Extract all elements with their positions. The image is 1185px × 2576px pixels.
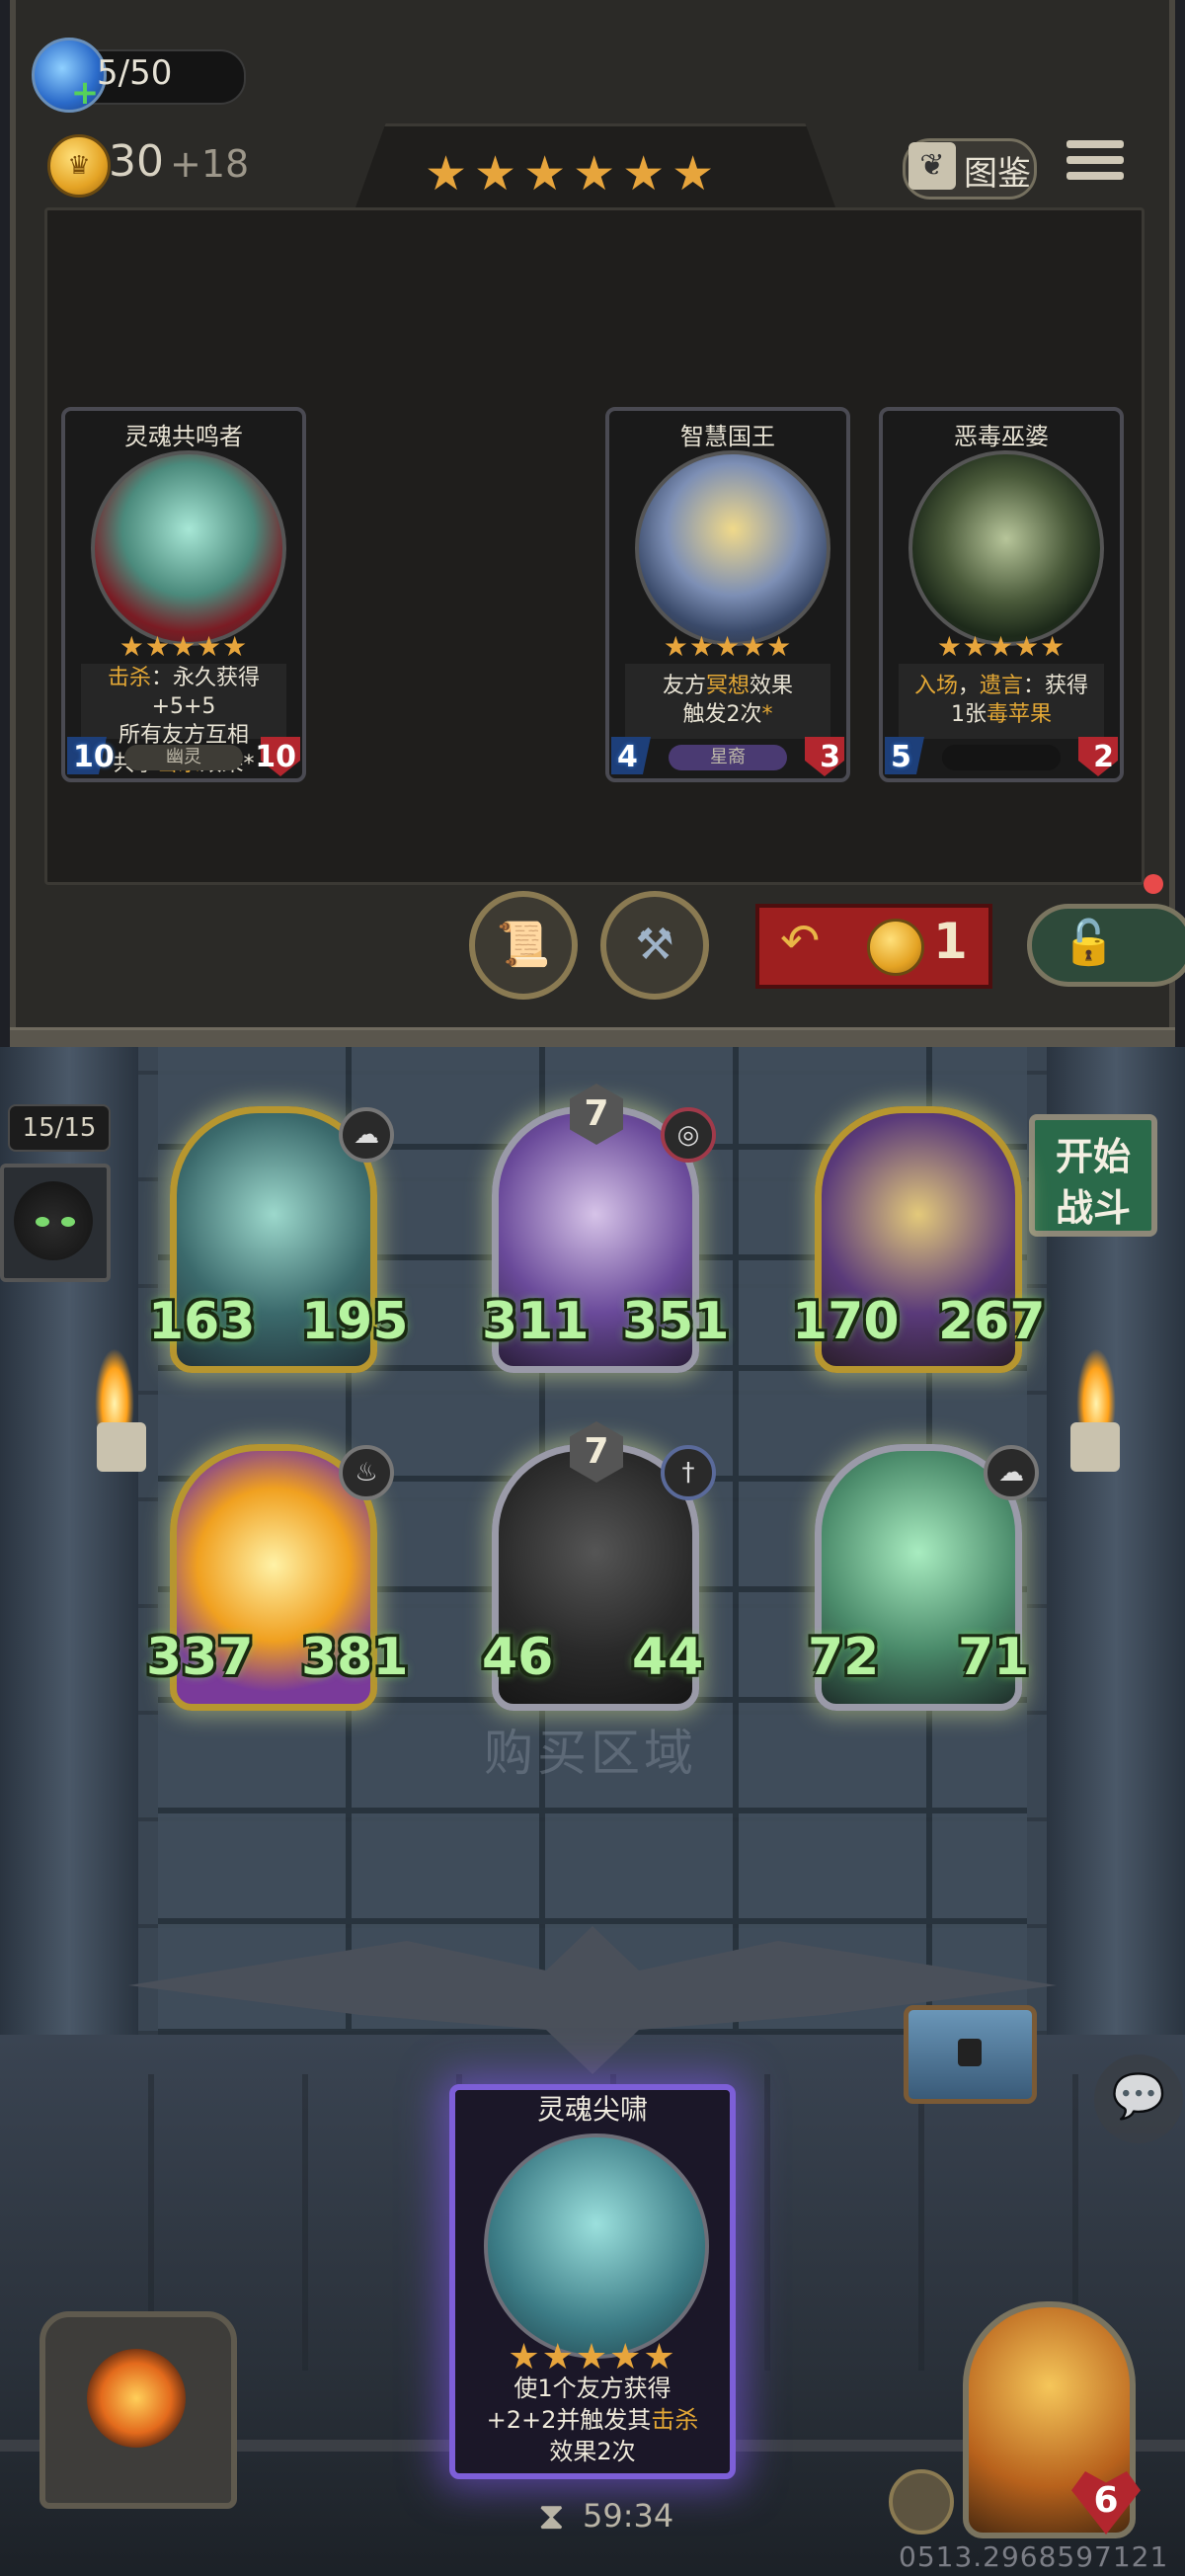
codex-label: 图鉴 (964, 154, 1031, 194)
candle-icon (1070, 1422, 1120, 1472)
card-stars: ★★★★★ (936, 630, 1066, 663)
gold-coin-icon: ♛ (47, 134, 111, 198)
hand-card-description: 使1个友方获得 +2+2并触发其击杀 效果2次 (486, 2375, 699, 2465)
card-description: 友方冥想效果 触发2次* (625, 664, 830, 739)
ghost-icon: ☁ (339, 1107, 394, 1163)
card-health: 2 (1093, 740, 1114, 774)
card-attack: 5 (891, 740, 911, 774)
notification-dot (1144, 874, 1163, 894)
minion-attack: 337 (146, 1628, 254, 1687)
turn-timer: 59:34 (583, 2497, 674, 2535)
card-description: 击杀：永久获得+5+5 所有友方互相 共享击杀效果* (81, 664, 286, 776)
chat-icon: 💬 (1111, 2071, 1166, 2122)
card-health: 3 (820, 740, 840, 774)
torch-flame-icon (95, 1348, 134, 1427)
shop-card-soul-resonator[interactable]: 灵魂共鸣者 ★★★★★ 击杀：永久获得+5+5 所有友方互相 共享击杀效果* 1… (61, 407, 306, 782)
hero-power-button[interactable] (889, 2469, 954, 2535)
eye-icon (36, 1217, 49, 1227)
minion-health: 351 (622, 1292, 730, 1351)
gold-value: 30 (109, 136, 164, 187)
torch-flame-icon (1076, 1348, 1116, 1427)
minion-attack: 46 (482, 1628, 554, 1687)
card-race: 星裔 (669, 745, 787, 770)
shop-card-wise-king[interactable]: 智慧国王 ★★★★★ 友方冥想效果 触发2次* 4 星裔 3 (605, 407, 850, 782)
card-art (635, 450, 830, 646)
minion-attack: 311 (482, 1292, 590, 1351)
minion-health: 267 (938, 1292, 1046, 1351)
ghost-icon: ☁ (984, 1445, 1039, 1500)
mana-value: 5/50 (97, 53, 173, 93)
scroll-button[interactable]: 📜 (469, 891, 578, 1000)
refresh-icon: ↶ (780, 914, 821, 969)
menu-icon[interactable] (1066, 140, 1124, 194)
card-attack: 10 (73, 740, 115, 774)
card-description: 入场，遗言：获得 1张毒苹果 (899, 664, 1104, 739)
spiral-icon: ◎ (661, 1107, 716, 1163)
gold-coin-icon (867, 919, 924, 976)
start-battle-label: 开始 (1055, 1135, 1131, 1178)
card-stars: ★★★★★ (663, 630, 793, 663)
card-race (942, 745, 1061, 770)
anvil-button[interactable]: ⚒ (600, 891, 709, 1000)
scroll-icon: 📜 (496, 920, 551, 970)
card-stars: ★★★★★ (118, 630, 249, 663)
buy-zone-label: 购买区域 (484, 1725, 697, 1782)
card-name: 灵魂共鸣者 (124, 423, 243, 450)
anvil-icon: ⚒ (635, 920, 674, 970)
watermark: 0513.2968597121 (899, 2540, 1169, 2573)
fire-orb-icon (87, 2349, 186, 2448)
shop-card-wicked-witch[interactable]: 恶毒巫婆 ★★★★★ 入场，遗言：获得 1张毒苹果 5 2 (879, 407, 1124, 782)
card-name: 智慧国王 (680, 423, 775, 450)
book-icon: ❦ (908, 142, 956, 190)
card-attack: 4 (617, 740, 638, 774)
lock-icon: 🔓 (1062, 918, 1116, 968)
candle-icon (97, 1422, 146, 1472)
card-name: 恶毒巫婆 (954, 423, 1049, 450)
chat-button[interactable]: 💬 (1094, 2054, 1183, 2143)
minion-attack: 72 (808, 1628, 880, 1687)
keyhole-icon (958, 2039, 982, 2066)
shop-tier-stars: ★★★★★★ (425, 146, 722, 201)
cat-face-icon (14, 1181, 93, 1260)
minion-attack: 163 (148, 1292, 256, 1351)
sword-icon: † (661, 1445, 716, 1500)
hand-card-art (484, 2133, 709, 2359)
eye-icon (61, 1217, 75, 1227)
refresh-cost: 1 (933, 913, 968, 970)
minion-attack: 170 (792, 1292, 900, 1351)
flame-icon: ♨ (339, 1445, 394, 1500)
minion-health: 44 (632, 1628, 704, 1687)
hourglass-icon: ⧗ (538, 2494, 565, 2537)
hand-card-name: 灵魂尖啸 (536, 2093, 648, 2126)
hand-card-stars: ★★★★★ (508, 2337, 677, 2377)
card-art (908, 450, 1104, 646)
start-battle-label: 战斗 (1055, 1186, 1131, 1230)
minion-health: 195 (301, 1292, 409, 1351)
team-count: 15/15 (8, 1104, 111, 1152)
card-art (91, 450, 286, 646)
card-race: 幽灵 (124, 745, 243, 770)
minion-health: 71 (958, 1628, 1030, 1687)
card-health: 10 (255, 740, 296, 774)
gold-income: +18 (170, 142, 250, 186)
minion-health: 381 (301, 1628, 409, 1687)
